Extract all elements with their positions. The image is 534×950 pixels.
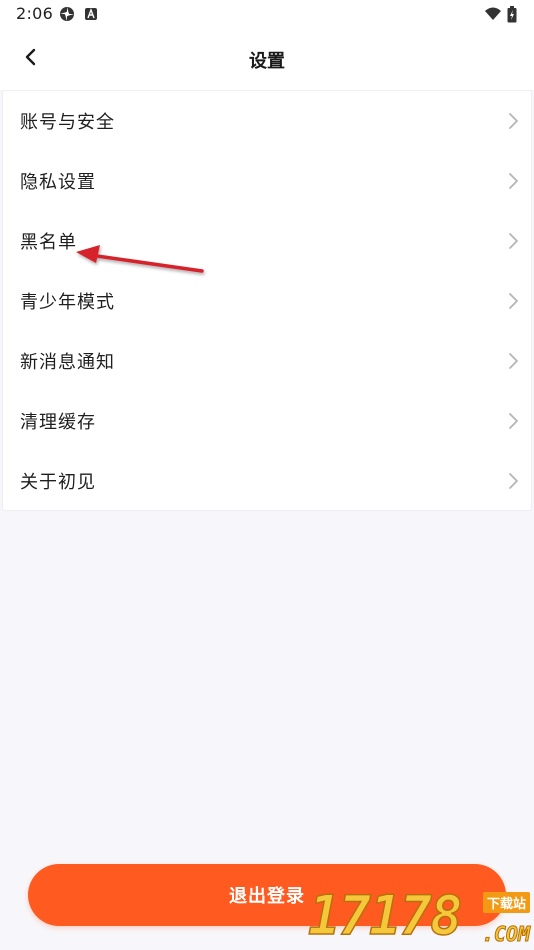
settings-item-label: 新消息通知 <box>20 352 115 373</box>
settings-item-label: 隐私设置 <box>20 172 96 193</box>
settings-item-label: 清理缓存 <box>20 412 96 433</box>
chevron-right-icon <box>507 172 519 190</box>
settings-item-about[interactable]: 关于初见 <box>3 451 531 511</box>
settings-item-blacklist[interactable]: 黑名单 <box>3 211 531 271</box>
settings-item-notifications[interactable]: 新消息通知 <box>3 331 531 391</box>
logout-button[interactable]: 退出登录 <box>28 864 506 926</box>
wifi-icon <box>484 6 501 22</box>
header: 设置 <box>0 28 534 90</box>
settings-item-label: 关于初见 <box>20 472 96 493</box>
a-letter-icon <box>84 6 100 22</box>
settings-list: 账号与安全 隐私设置 黑名单 青少年模式 新消息通知 清理缓存 关于初见 <box>2 90 532 511</box>
battery-icon <box>507 6 519 23</box>
chevron-right-icon <box>507 352 519 370</box>
chevron-right-icon <box>507 232 519 250</box>
settings-item-youth-mode[interactable]: 青少年模式 <box>3 271 531 331</box>
watermark-com: .COM <box>481 922 530 947</box>
status-bar: 2:06 <box>0 0 534 28</box>
logout-label: 退出登录 <box>229 886 305 907</box>
settings-item-label: 账号与安全 <box>20 112 115 133</box>
chevron-right-icon <box>507 292 519 310</box>
page-title: 设置 <box>249 51 285 72</box>
app-notification-icon <box>59 6 75 22</box>
chevron-right-icon <box>507 472 519 490</box>
settings-item-account-security[interactable]: 账号与安全 <box>3 91 531 151</box>
status-time: 2:06 <box>16 4 54 23</box>
settings-item-label: 黑名单 <box>20 232 77 253</box>
chevron-right-icon <box>507 112 519 130</box>
settings-item-privacy[interactable]: 隐私设置 <box>3 151 531 211</box>
chevron-right-icon <box>507 412 519 430</box>
settings-item-clear-cache[interactable]: 清理缓存 <box>3 391 531 451</box>
settings-item-label: 青少年模式 <box>20 292 115 313</box>
